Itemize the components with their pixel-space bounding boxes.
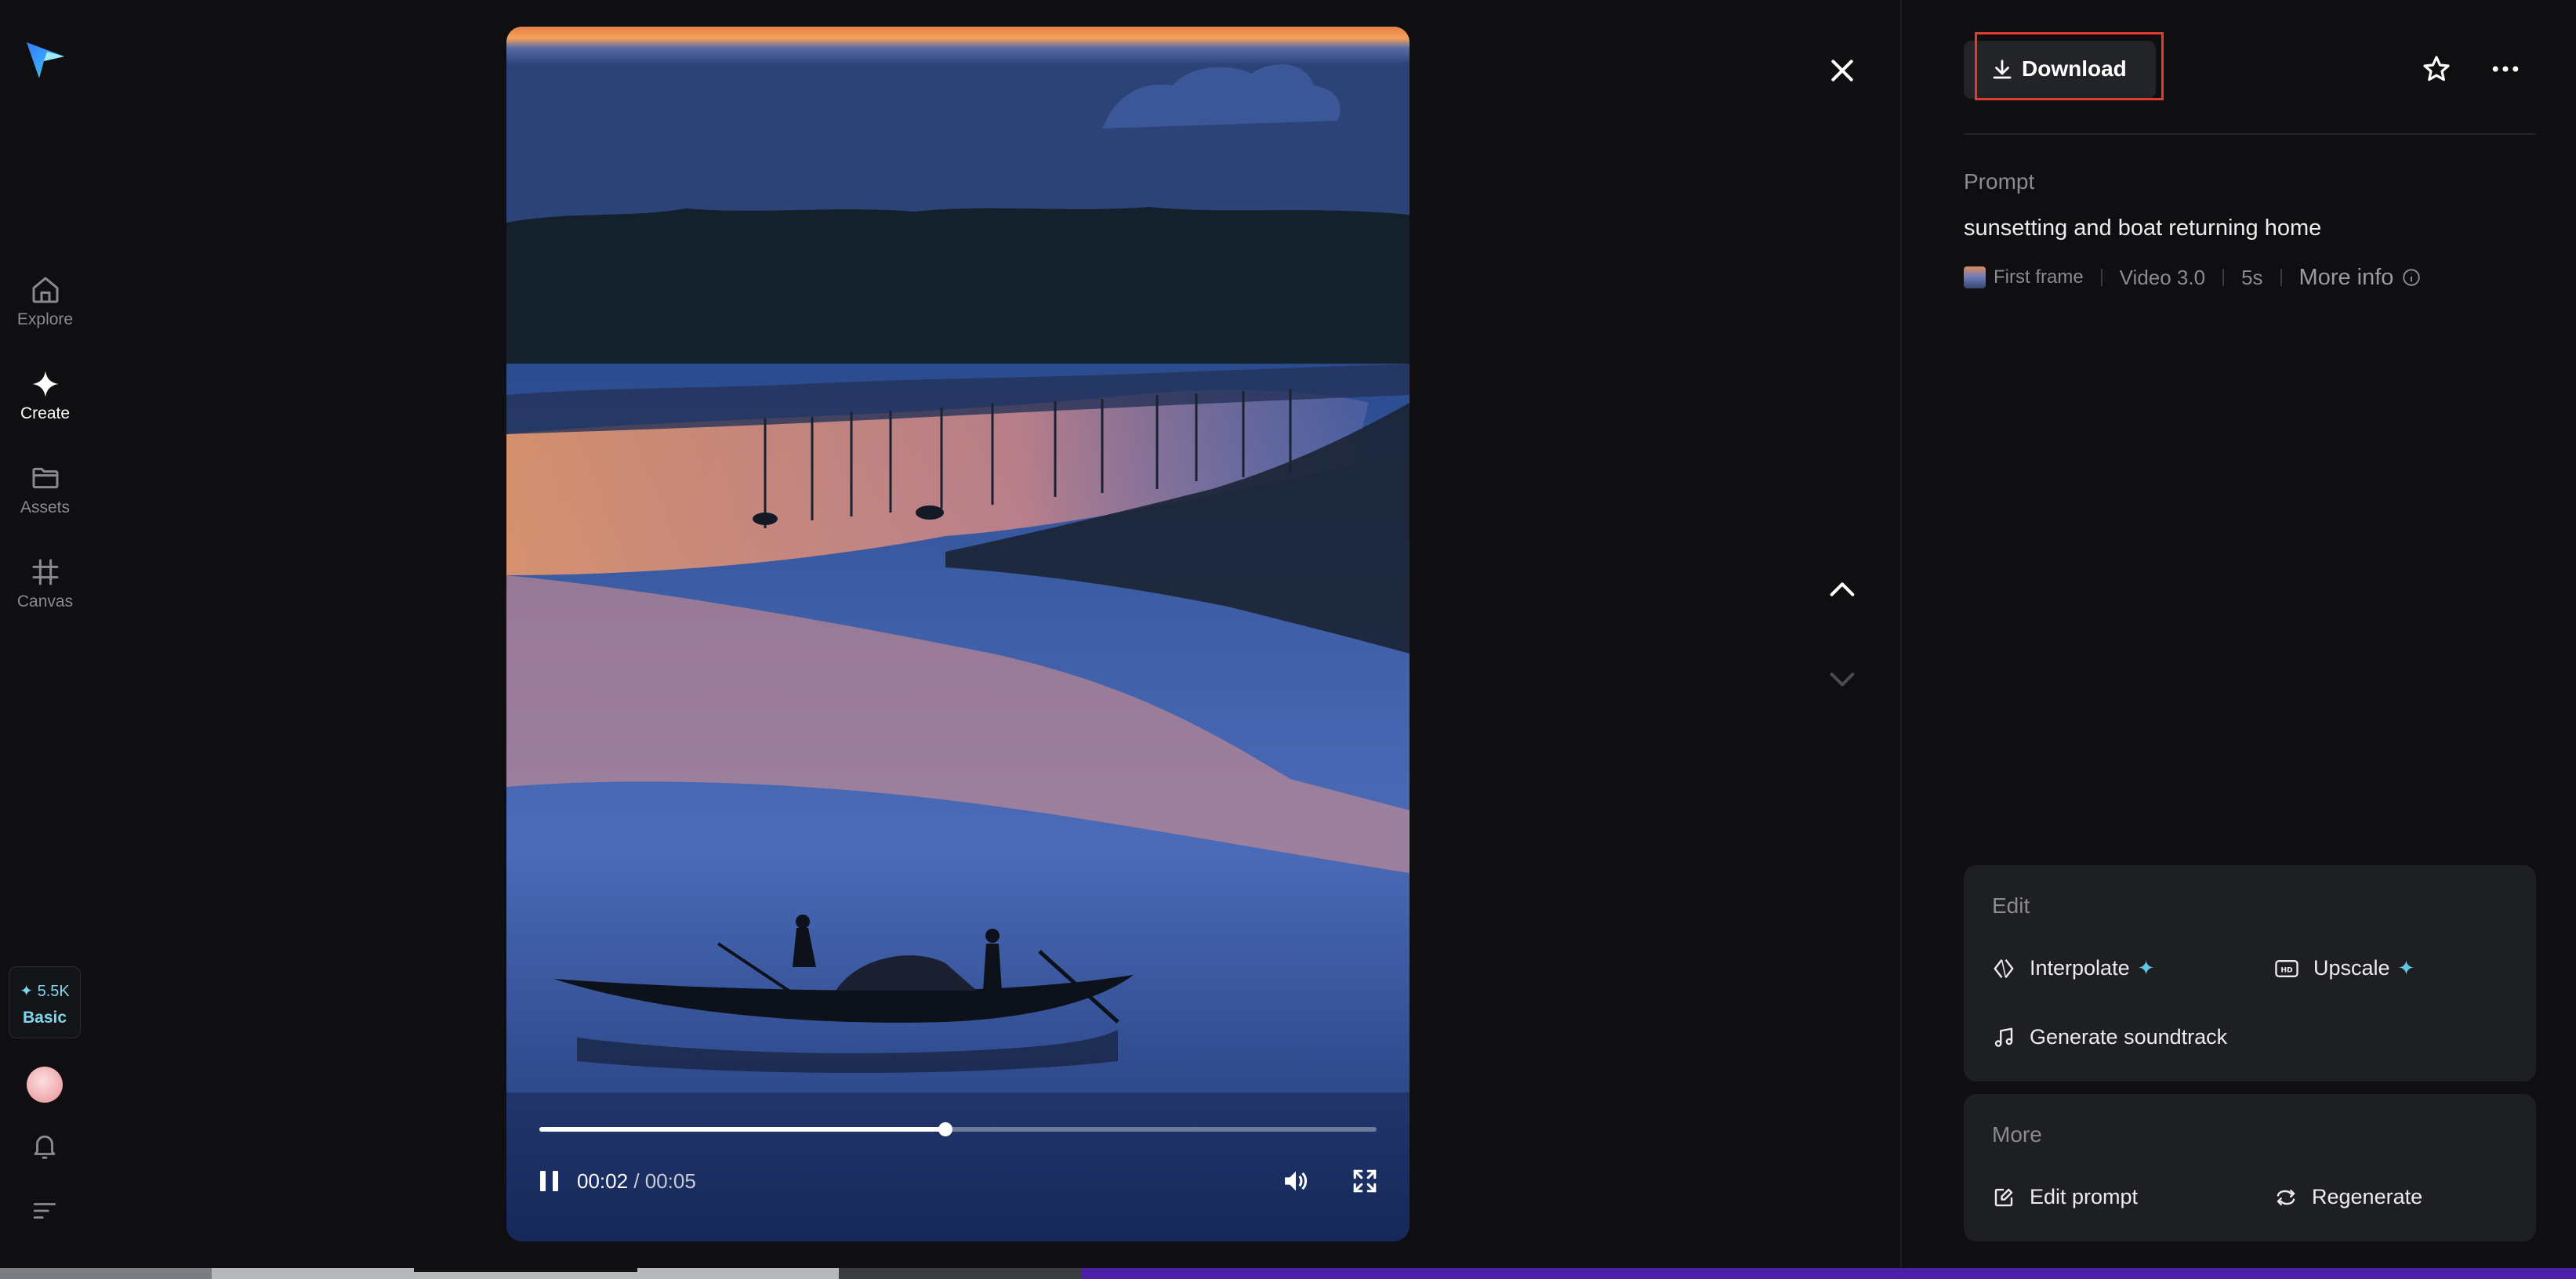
premium-sparkle-icon: ✦ [2138, 956, 2155, 980]
chevron-up-icon[interactable] [1827, 576, 1858, 603]
sidebar-item-explore[interactable]: Explore [0, 274, 90, 329]
interpolate-button[interactable]: Interpolate ✦ [1992, 956, 2154, 980]
interpolate-icon [1992, 957, 2015, 980]
home-icon [30, 274, 61, 306]
first-frame-thumbnail[interactable] [1964, 266, 1986, 288]
video-player[interactable]: 00:02 / 00:05 [506, 27, 1410, 1241]
upscale-label: Upscale [2313, 956, 2390, 980]
video-progress-fill [539, 1127, 945, 1132]
fullscreen-icon[interactable] [1351, 1168, 1378, 1194]
edit-prompt-button[interactable]: Edit prompt [1992, 1185, 2138, 1209]
edit-title: Edit [1992, 893, 2030, 918]
video-frame [506, 27, 1410, 1241]
upscale-button[interactable]: HD Upscale ✦ [2274, 956, 2415, 980]
app-logo-icon[interactable] [24, 38, 67, 82]
hd-icon: HD [2274, 957, 2299, 980]
credits-amount: ✦ 5.5K [9, 981, 80, 1001]
left-sidebar: Explore Create Assets Canvas ✦ 5.5K Basi… [0, 0, 90, 1279]
current-time: 00:02 [577, 1169, 628, 1193]
sidebar-item-label: Assets [0, 498, 90, 517]
credits-badge[interactable]: ✦ 5.5K Basic [9, 966, 81, 1038]
volume-icon[interactable] [1281, 1168, 1311, 1194]
generate-soundtrack-label: Generate soundtrack [2030, 1025, 2227, 1049]
svg-text:HD: HD [2280, 966, 2293, 974]
video-progress-bar[interactable] [539, 1127, 1377, 1132]
header-divider [1964, 133, 2536, 135]
video-time: 00:02 / 00:05 [577, 1169, 696, 1193]
star-icon[interactable] [2421, 53, 2452, 85]
generation-meta: First frame Video 3.0 5s More info [1964, 263, 2422, 292]
chevron-down-icon[interactable] [1827, 666, 1858, 693]
prompt-text: sunsetting and boat returning home [1964, 216, 2321, 241]
edit-prompt-label: Edit prompt [2030, 1185, 2138, 1209]
plan-label: Basic [9, 1009, 80, 1027]
video-progress-knob[interactable] [938, 1122, 952, 1136]
meta-separator [2222, 269, 2224, 286]
edit-card: Edit Interpolate ✦ HD Upscale ✦ Generate… [1964, 865, 2536, 1082]
close-icon[interactable] [1827, 55, 1858, 86]
sparkle-icon [30, 368, 61, 400]
pause-icon[interactable] [538, 1169, 561, 1193]
generate-soundtrack-button[interactable]: Generate soundtrack [1992, 1025, 2227, 1049]
bottom-taskbar-strip [0, 1268, 2576, 1279]
premium-sparkle-icon: ✦ [2398, 956, 2415, 980]
meta-separator [2101, 269, 2103, 286]
more-options-icon[interactable] [2490, 56, 2521, 82]
first-frame-label: First frame [1994, 266, 2084, 288]
panel-divider [1900, 0, 1902, 1279]
prompt-label: Prompt [1964, 169, 2034, 194]
sidebar-item-canvas[interactable]: Canvas [0, 556, 90, 611]
music-note-icon [1992, 1026, 2015, 1049]
edit-prompt-icon [1992, 1186, 2015, 1209]
regenerate-label: Regenerate [2312, 1185, 2422, 1209]
more-title: More [1992, 1122, 2042, 1147]
sidebar-item-assets[interactable]: Assets [0, 462, 90, 517]
avatar[interactable] [27, 1067, 63, 1103]
duration: / 00:05 [633, 1169, 696, 1193]
sidebar-item-create[interactable]: Create [0, 368, 90, 423]
more-card: More Edit prompt Regenerate [1964, 1094, 2536, 1241]
info-icon[interactable] [2401, 267, 2422, 288]
download-label: Download [2022, 56, 2127, 82]
sidebar-item-label: Explore [0, 310, 90, 329]
menu-icon[interactable] [31, 1199, 58, 1223]
regenerate-icon [2274, 1186, 2298, 1209]
canvas-icon [30, 556, 61, 588]
length-label: 5s [2241, 266, 2262, 290]
sidebar-item-label: Canvas [0, 592, 90, 611]
sidebar-item-label: Create [0, 404, 90, 423]
regenerate-button[interactable]: Regenerate [2274, 1185, 2422, 1209]
more-info-link[interactable]: More info [2299, 265, 2394, 291]
bell-icon[interactable] [30, 1132, 60, 1161]
model-label: Video 3.0 [2120, 266, 2205, 290]
folder-icon [30, 462, 61, 494]
interpolate-label: Interpolate [2030, 956, 2130, 980]
download-icon [1990, 58, 2014, 82]
meta-separator [2280, 269, 2282, 286]
download-button[interactable]: Download [1964, 41, 2156, 99]
